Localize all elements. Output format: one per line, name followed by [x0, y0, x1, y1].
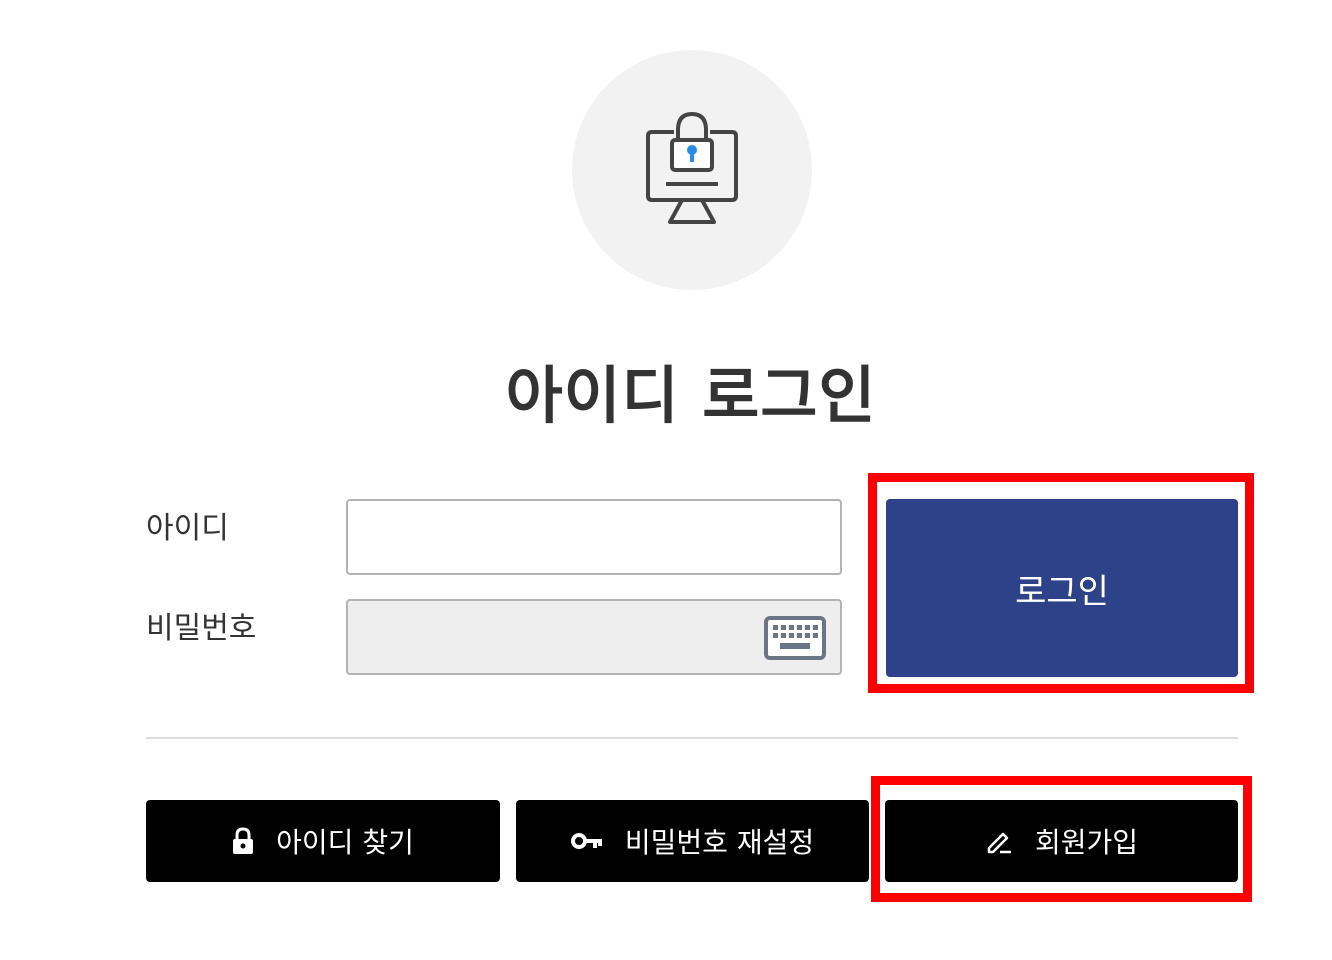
reset-password-button[interactable]: 비밀번호 재설정 — [516, 800, 869, 882]
pencil-icon — [985, 828, 1013, 854]
divider — [146, 737, 1238, 739]
monitor-lock-icon — [646, 112, 738, 224]
id-label: 아이디 — [146, 511, 229, 546]
id-input[interactable] — [346, 499, 842, 575]
hero-circle — [572, 50, 812, 290]
reset-password-label: 비밀번호 재설정 — [624, 826, 815, 859]
login-button[interactable]: 로그인 — [886, 499, 1238, 677]
lock-icon — [232, 827, 254, 855]
signup-label: 회원가입 — [1034, 826, 1139, 859]
key-icon — [570, 832, 603, 850]
find-id-label: 아이디 찾기 — [276, 826, 414, 859]
find-id-button[interactable]: 아이디 찾기 — [146, 800, 500, 882]
keyboard-icon[interactable] — [764, 616, 826, 660]
password-label: 비밀번호 — [146, 611, 257, 646]
page-title: 아이디 로그인 — [505, 359, 877, 432]
signup-button[interactable]: 회원가입 — [885, 800, 1238, 882]
